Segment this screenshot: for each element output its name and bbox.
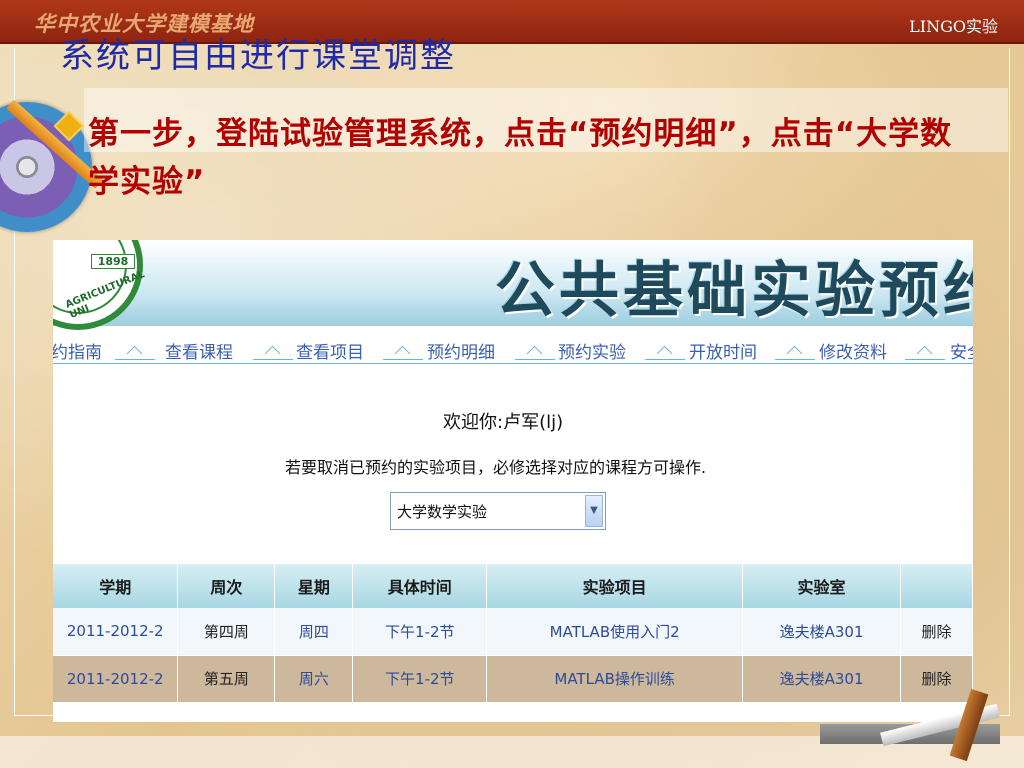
nav-separator	[383, 346, 423, 360]
dropdown-arrow-icon[interactable]: ▼	[585, 495, 603, 527]
nav-item-open-time[interactable]: 开放时间	[689, 338, 757, 363]
nav-item-edit-profile[interactable]: 修改资料	[819, 338, 887, 363]
nav-separator	[905, 346, 945, 360]
slide-title: 系统可自由进行课堂调整	[60, 36, 456, 76]
system-nav: 约指南 查看课程 查看项目 预约明细 预约实验 开放时间 修改资料 安全	[53, 334, 973, 364]
nav-item-view-projects[interactable]: 查看项目	[296, 338, 364, 363]
nav-item-guide[interactable]: 约指南	[53, 338, 102, 363]
column-header-term: 学期	[53, 564, 179, 608]
cell-weekday: 周四	[274, 608, 354, 656]
booking-table: 学期 周次 星期 具体时间 实验项目 实验室 2011-2012-2 第四周 周…	[53, 564, 973, 703]
delete-link[interactable]: 删除	[900, 655, 973, 703]
cancel-notice: 若要取消已预约的实验项目，必修选择对应的课程方可操作.	[285, 458, 707, 477]
column-header-week: 周次	[177, 564, 276, 608]
cell-lab: 逸夫楼A301	[742, 608, 901, 656]
nav-item-safety[interactable]: 安全	[950, 338, 973, 363]
table-header-row: 学期 周次 星期 具体时间 实验项目 实验室	[53, 564, 973, 608]
nav-item-book-experiment[interactable]: 预约实验	[558, 338, 626, 363]
screenshot-bottom-padding	[53, 704, 973, 722]
course-select[interactable]: 大学数学实验 ▼	[390, 492, 606, 530]
cell-time: 下午1-2节	[352, 608, 488, 656]
cell-time: 下午1-2节	[352, 655, 488, 703]
cell-project: MATLAB使用入门2	[486, 608, 744, 656]
system-title: 公共基础实验预约系统	[495, 256, 973, 326]
course-select-value: 大学数学实验	[397, 503, 488, 521]
table-row: 2011-2012-2 第五周 周六 下午1-2节 MATLAB操作训练 逸夫楼…	[53, 655, 973, 703]
cell-term: 2011-2012-2	[53, 655, 179, 703]
nav-separator	[515, 346, 555, 360]
column-header-weekday: 星期	[274, 564, 354, 608]
nav-separator	[253, 346, 293, 360]
table-row: 2011-2012-2 第四周 周四 下午1-2节 MATLAB使用入门2 逸夫…	[53, 608, 973, 656]
cell-term: 2011-2012-2	[53, 608, 179, 656]
nav-separator	[115, 346, 155, 360]
nav-item-booking-details[interactable]: 预约明细	[427, 338, 495, 363]
welcome-text: 欢迎你:卢军(lj)	[443, 412, 564, 433]
bullet-step-text: 第一步，登陆试验管理系统，点击“预约明细”，点击“大学数学实验”	[88, 116, 953, 200]
column-header-action	[900, 564, 973, 608]
embedded-screenshot: 1898 AGRICULTURAL UNI 公共基础实验预约系统 约指南 查看课…	[53, 240, 973, 722]
system-header: 1898 AGRICULTURAL UNI 公共基础实验预约系统	[53, 240, 973, 330]
cell-week: 第五周	[177, 655, 276, 703]
nav-separator	[775, 346, 815, 360]
cell-lab: 逸夫楼A301	[742, 655, 901, 703]
cell-project: MATLAB操作训练	[486, 655, 744, 703]
banner-course-name: LINGO实验	[909, 17, 998, 36]
column-header-lab: 实验室	[742, 564, 901, 608]
column-header-time: 具体时间	[352, 564, 488, 608]
cell-week: 第四周	[177, 608, 276, 656]
logo-year: 1898	[91, 254, 135, 269]
column-header-project: 实验项目	[486, 564, 744, 608]
delete-link[interactable]: 删除	[900, 608, 973, 656]
nav-item-view-courses[interactable]: 查看课程	[165, 338, 233, 363]
cell-weekday: 周六	[274, 655, 354, 703]
nav-separator	[645, 346, 685, 360]
